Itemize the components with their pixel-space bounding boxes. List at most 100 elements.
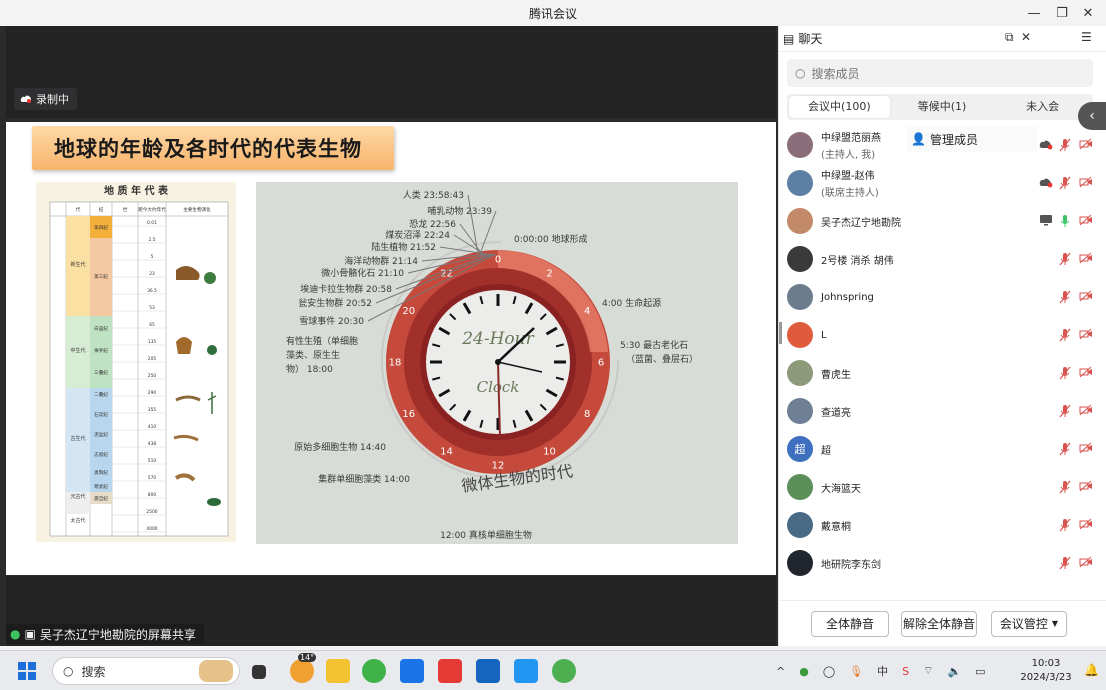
member-row[interactable]: 吴子杰辽宁地勘院 [779,202,1106,240]
mic-muted-icon[interactable] [1059,290,1073,304]
tab-waiting[interactable]: 等候中(1) [892,96,993,118]
member-name: 戴意桐 [821,518,851,533]
member-row[interactable]: 超超 [779,430,1106,468]
weather-icon[interactable]: 14° [290,653,317,683]
screen-share-indicator[interactable]: ● ▣ 吴子杰辽宁地勘院的屏幕共享 [6,624,204,644]
tray-mic-icon[interactable]: 🎙 [849,665,863,678]
member-row[interactable]: 地研院李东剑 [779,544,1106,582]
taskbar-search[interactable]: ○ 搜索 [52,657,240,685]
volume-icon[interactable]: 🔈 [947,665,961,678]
camera-off-icon[interactable] [1079,252,1093,266]
mic-muted-icon[interactable] [1059,404,1073,418]
tencent-meeting-app-icon[interactable] [400,659,424,683]
member-row[interactable]: 大海篮天 [779,468,1106,506]
camera-off-icon[interactable] [1079,480,1093,494]
minimize-icon[interactable]: — [1020,0,1048,26]
screen-share-icon[interactable] [1039,214,1053,228]
mic-muted-icon[interactable] [1059,176,1073,190]
screen-share-app-icon[interactable] [514,659,538,683]
member-name-text: 查道亮 [821,407,851,419]
age-value: 800 [148,492,157,498]
member-row[interactable]: 2号楼 消杀 胡伟 [779,240,1106,278]
member-row[interactable]: 查道亮 [779,392,1106,430]
tencent-meeting-icon[interactable] [476,659,500,683]
tab-in-meeting[interactable]: 会议中(100) [789,96,890,118]
member-row[interactable]: 中绿盟范丽燕 (主持人, 我) [779,126,1106,164]
mic-muted-icon[interactable] [1059,556,1073,570]
mic-muted-icon[interactable] [1059,328,1073,342]
camera-off-icon[interactable] [1079,214,1093,228]
tray-expand-icon[interactable]: ^ [776,665,785,678]
menu-icon[interactable]: ☰ [1081,30,1092,44]
tab-chat[interactable]: ▤ 聊天 [783,30,822,47]
camera-off-icon[interactable] [1079,176,1093,190]
tray-app-icon[interactable]: ● [799,665,809,678]
windows-start-icon[interactable] [18,662,36,680]
member-name: 查道亮 [821,404,851,419]
tray-ime-icon[interactable]: 中 [877,663,888,679]
camera-off-icon[interactable] [1079,518,1093,532]
member-status-icons [1059,252,1093,266]
member-status-icons [1059,518,1093,532]
member-status-icons [1039,138,1093,152]
member-row[interactable]: Johnspring [779,278,1106,316]
close-panel-icon[interactable]: ✕ [1021,30,1031,44]
taskbar-date: 2024/3/23 [1020,672,1072,683]
tray-sogou-icon[interactable]: S [902,665,909,678]
app-window: 腾讯会议 — ❐ ✕ 录制中 地球的年龄及各时代的代表生物 地 质 年 代 表 [0,0,1106,690]
tray-cloud-icon[interactable]: ◯ [823,665,835,678]
mic-on-icon[interactable] [1059,214,1073,228]
close-icon[interactable]: ✕ [1074,0,1102,26]
camera-off-icon[interactable] [1079,366,1093,380]
member-row[interactable]: 戴意桐 [779,506,1106,544]
clock-hour-number: 20 [402,306,415,317]
camera-off-icon[interactable] [1079,556,1093,570]
browser-icon[interactable] [362,659,386,683]
camera-off-icon[interactable] [1079,328,1093,342]
taskbar-clock[interactable]: 10:03 2024/3/23 [1018,657,1074,685]
clock-event-label: 人类 23:58:43 [403,189,464,201]
clock-hour-number: 18 [389,358,402,369]
cloud-record-icon[interactable] [1039,138,1053,152]
avatar [787,322,813,348]
notification-icon[interactable]: 🔔 [1084,663,1099,677]
wifi-icon[interactable]: ⌔ [923,664,933,678]
era-label: 中生代 [70,347,85,354]
popout-icon[interactable]: ⧉ [1005,30,1014,45]
camera-off-icon[interactable] [1079,442,1093,456]
collapse-panel-button[interactable]: ‹ [1078,102,1106,130]
mic-muted-icon[interactable] [1059,366,1073,380]
mic-muted-icon[interactable] [1059,252,1073,266]
cloud-record-icon[interactable] [1039,176,1053,190]
unmute-all-button[interactable]: 解除全体静音 [901,610,977,637]
mute-all-button[interactable]: 全体静音 [811,610,889,637]
scrollbar-thumb[interactable] [779,322,782,344]
camera-off-icon[interactable] [1079,290,1093,304]
mic-muted-icon[interactable] [1059,518,1073,532]
recording-badge[interactable]: 录制中 [14,88,77,110]
avatar [787,132,813,158]
meeting-control-button[interactable]: 会议管控 ▼ [991,610,1067,637]
age-value: 2500 [146,509,157,515]
clock-hour-number: 12 [492,461,505,472]
task-view-icon[interactable] [252,665,266,679]
camera-off-icon[interactable] [1079,404,1093,418]
member-row[interactable]: L [779,316,1106,354]
battery-icon[interactable]: ▭ [975,665,985,678]
mic-muted-icon[interactable] [1059,138,1073,152]
recording-label: 录制中 [36,93,69,106]
clock-event-label: 埃迪卡拉生物群 20:58 [300,283,392,295]
avatar [787,360,813,386]
member-row[interactable]: 曹虎生 [779,354,1106,392]
camera-off-icon[interactable] [1079,138,1093,152]
wps-icon[interactable] [438,659,462,683]
mic-muted-icon[interactable] [1059,442,1073,456]
mic-muted-icon[interactable] [1059,480,1073,494]
wechat-icon[interactable] [552,659,576,683]
cloud-record-icon [20,95,31,103]
member-search-input[interactable]: ○ 搜索成员 [787,59,1093,87]
age-value: 135 [148,339,157,345]
file-explorer-icon[interactable] [326,659,350,683]
restore-icon[interactable]: ❐ [1048,0,1076,26]
member-row[interactable]: 中绿盟-赵伟 (联席主持人) [779,164,1106,202]
